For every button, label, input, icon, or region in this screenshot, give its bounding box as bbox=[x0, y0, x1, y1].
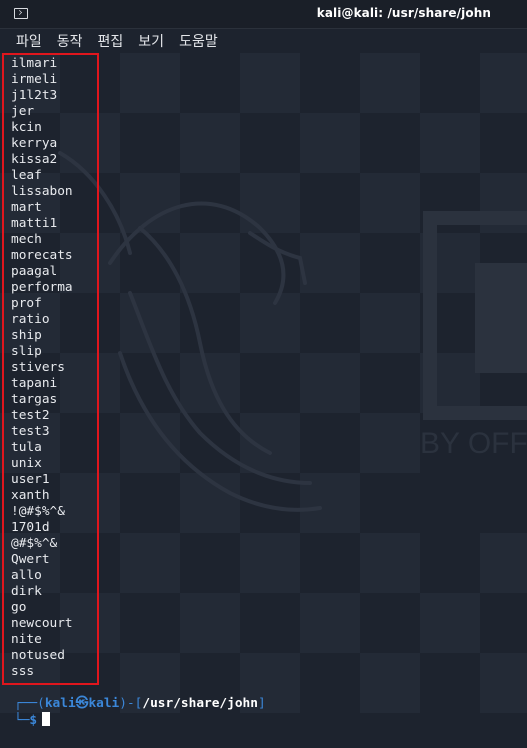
output-line: dirk bbox=[11, 584, 42, 599]
output-line: unix bbox=[11, 456, 42, 471]
terminal-area[interactable]: BY OFF ilmari irmeli j1l2t3 jer kcin kerrya ki… bbox=[0, 53, 527, 748]
output-line: performa bbox=[11, 280, 73, 295]
output-line: kissa2 bbox=[11, 152, 58, 167]
menu-action[interactable]: 동작 bbox=[57, 31, 83, 51]
output-line: lissabon bbox=[11, 184, 73, 199]
prompt-line-bottom[interactable]: └─$ bbox=[14, 712, 51, 729]
output-line: test3 bbox=[11, 424, 50, 439]
output-line: irmeli bbox=[11, 72, 58, 87]
prompt-separator: )-[ bbox=[119, 696, 143, 711]
output-line: user1 bbox=[11, 472, 50, 487]
prompt-frame-bottom: └─ bbox=[14, 713, 30, 728]
output-line: ship bbox=[11, 328, 42, 343]
output-line: slip bbox=[11, 344, 42, 359]
output-line: prof bbox=[11, 296, 42, 311]
output-line: ratio bbox=[11, 312, 50, 327]
output-line: kcin bbox=[11, 120, 42, 135]
output-line: 1701d bbox=[11, 520, 50, 535]
output-line: notused bbox=[11, 648, 65, 663]
output-line: xanth bbox=[11, 488, 50, 503]
output-line: tapani bbox=[11, 376, 58, 391]
output-line: j1l2t3 bbox=[11, 88, 58, 103]
output-line: tula bbox=[11, 440, 42, 455]
window-title: kali@kali: /usr/share/john bbox=[316, 6, 491, 20]
output-line: mart bbox=[11, 200, 42, 215]
prompt-close: ] bbox=[257, 696, 266, 711]
menu-bar: 파일 동작 편집 보기 도움말 bbox=[0, 29, 527, 53]
menu-help[interactable]: 도움말 bbox=[179, 31, 218, 51]
output-line: leaf bbox=[11, 168, 42, 183]
terminal-icon[interactable] bbox=[14, 8, 28, 19]
output-line: go bbox=[11, 600, 27, 615]
kali-watermark-text: BY OFF bbox=[420, 427, 527, 460]
output-line: matti1 bbox=[11, 216, 58, 231]
output-line: allo bbox=[11, 568, 42, 583]
output-line: paagal bbox=[11, 264, 58, 279]
output-line: jer bbox=[11, 104, 35, 119]
kali-background-watermark: BY OFF bbox=[0, 53, 527, 713]
menu-edit[interactable]: 편집 bbox=[98, 31, 124, 51]
output-line: targas bbox=[11, 392, 58, 407]
output-line: !@#$%^& bbox=[11, 504, 65, 519]
output-line: mech bbox=[11, 232, 42, 247]
prompt-path: /usr/share/john bbox=[142, 696, 258, 711]
output-line: newcourt bbox=[11, 616, 73, 631]
menu-file[interactable]: 파일 bbox=[16, 31, 42, 51]
output-line: morecats bbox=[11, 248, 73, 263]
output-line: @#$%^& bbox=[11, 536, 58, 551]
command-output: ilmari irmeli j1l2t3 jer kcin kerrya kissa2 lea… bbox=[11, 56, 73, 680]
terminal-window: kali@kali: /usr/share/john 파일 동작 편집 보기 도… bbox=[0, 0, 527, 748]
text-cursor bbox=[42, 712, 51, 726]
output-line: nite bbox=[11, 632, 42, 647]
prompt-frame-top: ┌──( bbox=[14, 696, 45, 711]
prompt-line-top: ┌──(kali㉿kali)-[/usr/share/john] bbox=[14, 696, 266, 712]
output-line: stivers bbox=[11, 360, 65, 375]
output-line: test2 bbox=[11, 408, 50, 423]
output-line: kerrya bbox=[11, 136, 58, 151]
output-line: sss bbox=[11, 664, 35, 679]
prompt-user: kali㉿kali bbox=[44, 696, 120, 711]
menu-view[interactable]: 보기 bbox=[138, 31, 164, 51]
title-bar[interactable]: kali@kali: /usr/share/john bbox=[0, 0, 527, 29]
output-line: Qwert bbox=[11, 552, 50, 567]
output-line: ilmari bbox=[11, 56, 58, 71]
prompt-symbol: $ bbox=[29, 713, 38, 728]
